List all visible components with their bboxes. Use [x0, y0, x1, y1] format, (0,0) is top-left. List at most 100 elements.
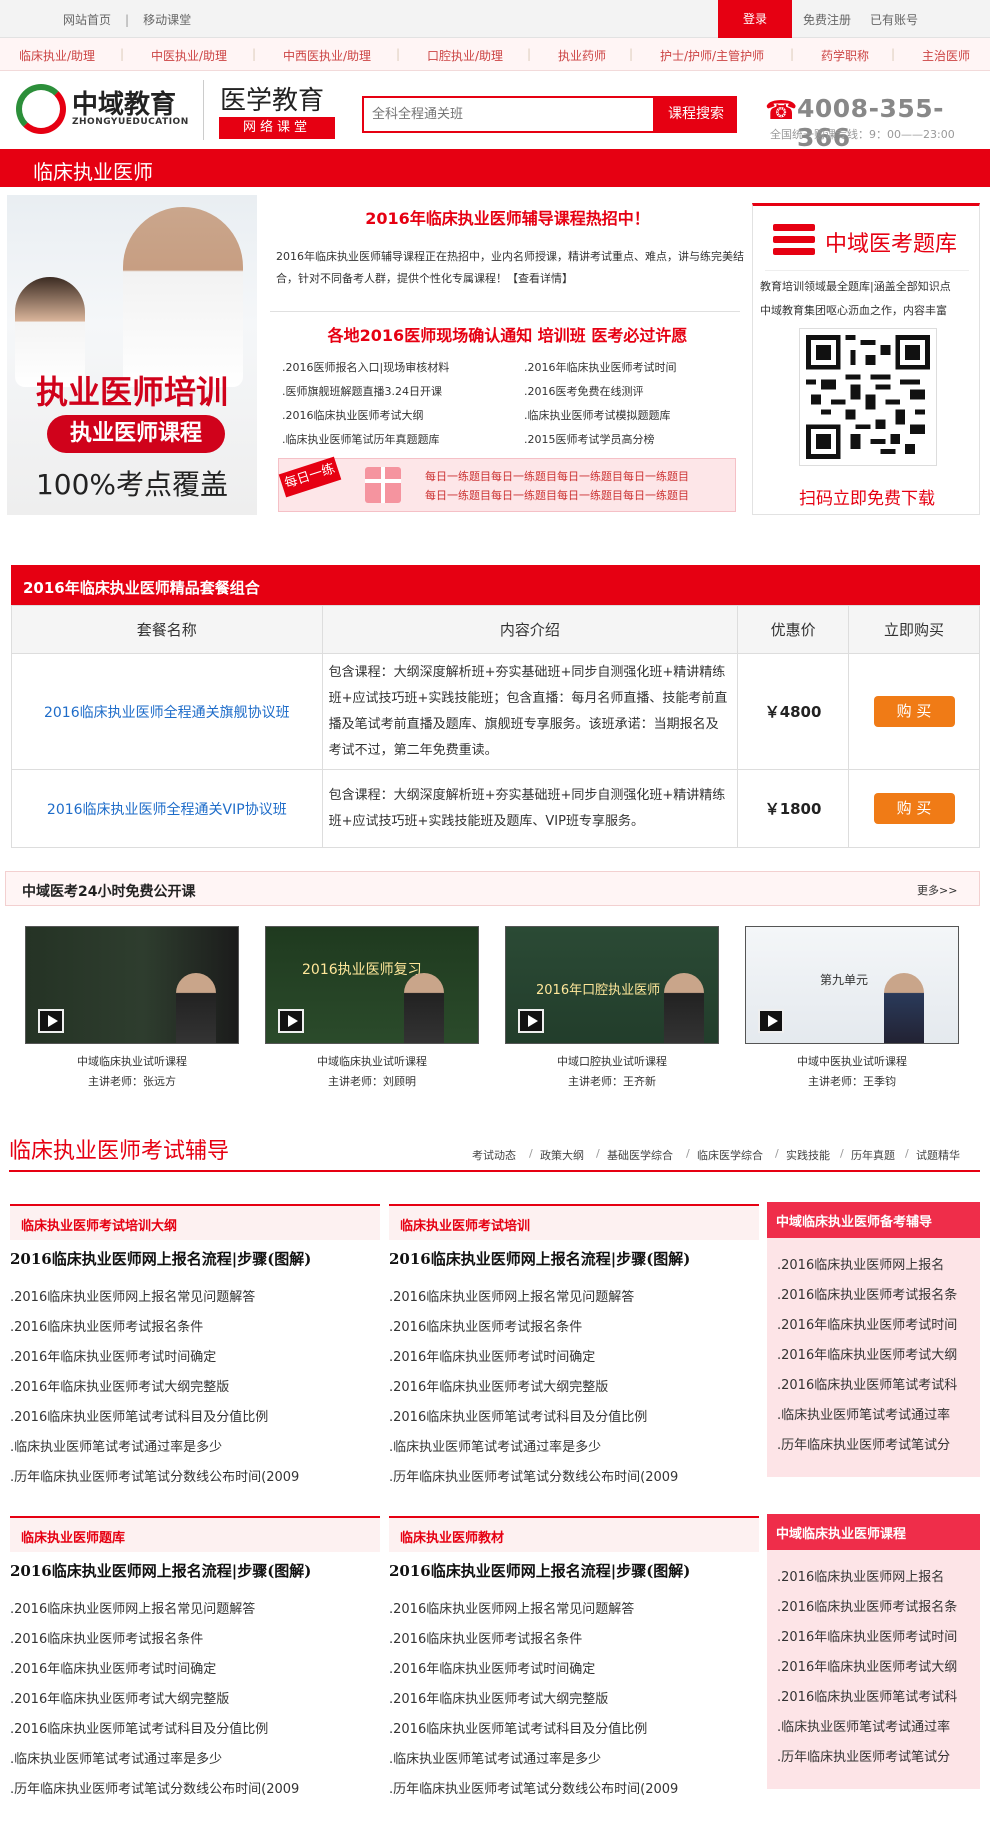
article-link[interactable]: .2016年临床执业医师考试大纲完整版 — [10, 1688, 229, 1707]
has-account-link[interactable]: 已有账号 — [870, 11, 918, 28]
side-link[interactable]: .2016年临床执业医师考试大纲 — [777, 1344, 975, 1363]
play-icon[interactable] — [38, 1009, 64, 1033]
home-link[interactable]: 网站首页 — [63, 13, 111, 27]
article-link[interactable]: .历年临床执业医师考试笔试分数线公布时间(2009 — [10, 1778, 299, 1797]
side-link[interactable]: .2016年临床执业医师考试时间 — [777, 1314, 975, 1333]
daily-practice-banner[interactable]: 每日一练 每日一练题目每日一练题目每日一练题目每日一练题目 每日一练题目每日一练… — [278, 456, 736, 512]
section-nav-link[interactable]: 临床医学综合 — [697, 1147, 763, 1163]
category-item[interactable]: 执业药师 — [558, 47, 606, 64]
side-link[interactable]: .2016临床执业医师考试报名条 — [777, 1596, 975, 1615]
category-item[interactable]: 口腔执业/助理 — [427, 47, 503, 64]
video-board-text: 2016执业医师复习 — [302, 962, 422, 978]
article-link[interactable]: .2016临床执业医师笔试考试科目及分值比例 — [10, 1406, 268, 1425]
category-item[interactable]: 药学职称 — [821, 47, 869, 64]
video-thumbnail[interactable] — [25, 926, 239, 1044]
category-item[interactable]: 中西医执业/助理 — [283, 47, 371, 64]
article-link[interactable]: .临床执业医师笔试考试通过率是多少 — [389, 1436, 601, 1455]
video-title[interactable]: 中域中医执业试听课程 — [745, 1052, 959, 1072]
package-name-link[interactable]: 2016临床执业医师全程通关VIP协议班 — [47, 802, 287, 818]
article-link[interactable]: .历年临床执业医师考试笔试分数线公布时间(2009 — [10, 1466, 299, 1485]
feature-link[interactable]: .临床执业医师考试模拟题题库 — [524, 407, 671, 423]
feature-headline[interactable]: 2016年临床执业医师辅导课程热招中！ — [270, 205, 745, 229]
logo-text[interactable]: 中域教育 — [72, 84, 176, 121]
category-item[interactable]: 护士/护师/主管护师 — [660, 47, 764, 64]
more-link[interactable]: 更多>> — [917, 882, 957, 898]
video-title[interactable]: 中域临床执业试听课程 — [265, 1052, 479, 1072]
side-link[interactable]: .2016临床执业医师笔试考试科 — [777, 1686, 975, 1705]
article-link[interactable]: .2016临床执业医师笔试考试科目及分值比例 — [389, 1718, 647, 1737]
side-link[interactable]: .2016临床执业医师网上报名 — [777, 1566, 975, 1585]
feature-link[interactable]: .2016医考免费在线测评 — [524, 383, 644, 399]
side-link[interactable]: .2016临床执业医师考试报名条 — [777, 1284, 975, 1303]
section-nav-link[interactable]: 基础医学综合 — [607, 1147, 673, 1163]
article-link[interactable]: .2016临床执业医师笔试考试科目及分值比例 — [10, 1718, 268, 1737]
article-link[interactable]: .2016临床执业医师考试报名条件 — [389, 1316, 582, 1335]
category-item[interactable]: 中医执业/助理 — [151, 47, 227, 64]
mobile-class-link[interactable]: 移动课堂 — [143, 13, 191, 27]
side-link[interactable]: .2016临床执业医师网上报名 — [777, 1254, 975, 1273]
article-link[interactable]: .2016临床执业医师考试报名条件 — [10, 1316, 203, 1335]
side-link[interactable]: .2016年临床执业医师考试时间 — [777, 1626, 975, 1645]
buy-button[interactable]: 购 买 — [873, 696, 955, 727]
article-headline[interactable]: 2016临床执业医师网上报名流程|步骤(图解) — [389, 1560, 690, 1581]
search-input[interactable] — [364, 98, 653, 131]
package-name-link[interactable]: 2016临床执业医师全程通关旗舰协议班 — [44, 705, 290, 721]
buy-button[interactable]: 购 买 — [873, 793, 955, 824]
article-link[interactable]: .2016临床执业医师网上报名常见问题解答 — [389, 1598, 634, 1617]
video-title[interactable]: 中域临床执业试听课程 — [25, 1052, 239, 1072]
promo-banner[interactable]: 执业医师培训 执业医师课程 100%考点覆盖 — [7, 195, 257, 515]
article-link[interactable]: .2016临床执业医师考试报名条件 — [10, 1628, 203, 1647]
play-icon[interactable] — [518, 1009, 544, 1033]
side-link[interactable]: .历年临床执业医师考试笔试分 — [777, 1746, 975, 1765]
article-link[interactable]: .2016临床执业医师网上报名常见问题解答 — [389, 1286, 634, 1305]
side-link[interactable]: .临床执业医师笔试考试通过率 — [777, 1404, 975, 1423]
video-title[interactable]: 中域口腔执业试听课程 — [505, 1052, 719, 1072]
section-nav-link[interactable]: 政策大纲 — [540, 1147, 584, 1163]
video-thumbnail[interactable]: 第九单元 — [745, 926, 959, 1044]
article-link[interactable]: .2016年临床执业医师考试时间确定 — [389, 1346, 595, 1365]
feature-link[interactable]: .2016医师报名入口|现场审核材料 — [282, 359, 449, 375]
category-item[interactable]: 主治医师 — [922, 47, 970, 64]
article-link[interactable]: .2016临床执业医师笔试考试科目及分值比例 — [389, 1406, 647, 1425]
video-thumbnail[interactable]: 2016执业医师复习 — [265, 926, 479, 1044]
article-link[interactable]: .历年临床执业医师考试笔试分数线公布时间(2009 — [389, 1778, 678, 1797]
article-headline[interactable]: 2016临床执业医师网上报名流程|步骤(图解) — [10, 1560, 311, 1581]
section-nav-link[interactable]: 考试动态 — [472, 1147, 516, 1163]
article-link[interactable]: .临床执业医师笔试考试通过率是多少 — [10, 1748, 222, 1767]
section-nav-link[interactable]: 实践技能 — [786, 1147, 830, 1163]
section-nav-link[interactable]: 历年真题 — [851, 1147, 895, 1163]
side-link[interactable]: .2016临床执业医师笔试考试科 — [777, 1374, 975, 1393]
login-button[interactable]: 登录 — [718, 0, 792, 38]
article-headline[interactable]: 2016临床执业医师网上报名流程|步骤(图解) — [389, 1248, 690, 1269]
article-link[interactable]: .2016年临床执业医师考试大纲完整版 — [389, 1376, 608, 1395]
feature-headline-2[interactable]: 各地2016医师现场确认通知 培训班 医考必过许愿 — [270, 322, 745, 346]
article-link[interactable]: .临床执业医师笔试考试通过率是多少 — [10, 1436, 222, 1455]
side-link[interactable]: .临床执业医师笔试考试通过率 — [777, 1716, 975, 1735]
register-link[interactable]: 免费注册 — [803, 11, 851, 28]
feature-link[interactable]: .临床执业医师笔试历年真题题库 — [282, 431, 440, 447]
section-nav-link[interactable]: 试题精华 — [916, 1147, 960, 1163]
category-item[interactable]: 临床执业/助理 — [19, 47, 95, 64]
article-link[interactable]: .2016年临床执业医师考试时间确定 — [389, 1658, 595, 1677]
feature-link[interactable]: .2016年临床执业医师考试时间 — [524, 359, 677, 375]
article-link[interactable]: .2016临床执业医师网上报名常见问题解答 — [10, 1286, 255, 1305]
article-link[interactable]: .2016临床执业医师考试报名条件 — [389, 1628, 582, 1647]
article-link[interactable]: .2016年临床执业医师考试时间确定 — [10, 1658, 216, 1677]
search-button[interactable]: 课程搜索 — [655, 96, 737, 133]
video-thumbnail[interactable]: 2016年口腔执业医师 — [505, 926, 719, 1044]
article-link[interactable]: .2016临床执业医师网上报名常见问题解答 — [10, 1598, 255, 1617]
logo-icon[interactable] — [16, 84, 66, 134]
article-link[interactable]: .2016年临床执业医师考试大纲完整版 — [389, 1688, 608, 1707]
play-icon[interactable] — [278, 1009, 304, 1033]
feature-link[interactable]: .2016临床执业医师考试大纲 — [282, 407, 424, 423]
play-icon[interactable] — [758, 1009, 784, 1033]
article-link[interactable]: .临床执业医师笔试考试通过率是多少 — [389, 1748, 601, 1767]
article-link[interactable]: .2016年临床执业医师考试大纲完整版 — [10, 1376, 229, 1395]
feature-link[interactable]: .2015医师考试学员高分榜 — [524, 431, 655, 447]
article-link[interactable]: .历年临床执业医师考试笔试分数线公布时间(2009 — [389, 1466, 678, 1485]
side-link[interactable]: .2016年临床执业医师考试大纲 — [777, 1656, 975, 1675]
side-link[interactable]: .历年临床执业医师考试笔试分 — [777, 1434, 975, 1453]
article-link[interactable]: .2016年临床执业医师考试时间确定 — [10, 1346, 216, 1365]
article-headline[interactable]: 2016临床执业医师网上报名流程|步骤(图解) — [10, 1248, 311, 1269]
feature-link[interactable]: .医师旗舰班解题直播3.24日开课 — [282, 383, 442, 399]
